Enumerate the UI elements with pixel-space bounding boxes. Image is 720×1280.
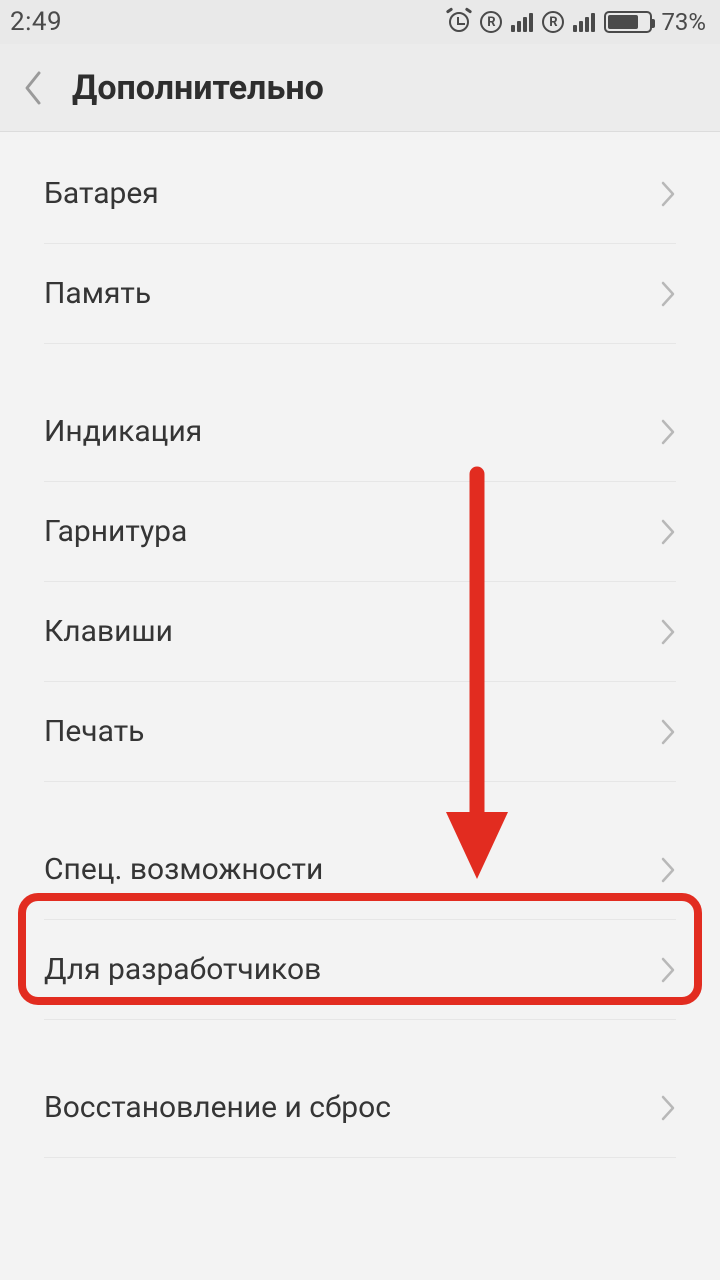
signal1-icon	[511, 13, 533, 32]
battery-icon	[604, 11, 652, 33]
settings-item-headset[interactable]: Гарнитура	[44, 482, 676, 582]
chevron-right-icon	[660, 280, 676, 308]
sim1-roaming-icon: R	[480, 11, 502, 33]
page-title: Дополнительно	[72, 68, 324, 108]
settings-group: Индикация Гарнитура Клавиши Печать	[0, 382, 720, 782]
battery-percent: 73%	[661, 8, 706, 36]
sim2-roaming-icon: R	[542, 11, 564, 33]
chevron-right-icon	[660, 418, 676, 446]
settings-item-memory[interactable]: Память	[44, 244, 676, 344]
settings-group: Восстановление и сброс	[0, 1058, 720, 1158]
settings-item-label: Память	[44, 276, 151, 311]
status-bar: 2:49 R R 73%	[0, 0, 720, 44]
settings-item-label: Индикация	[44, 414, 202, 449]
settings-item-label: Клавиши	[44, 614, 173, 649]
signal2-icon	[573, 13, 595, 32]
settings-item-developers[interactable]: Для разработчиков	[44, 920, 676, 1020]
settings-item-label: Восстановление и сброс	[44, 1090, 391, 1125]
settings-item-battery[interactable]: Батарея	[44, 144, 676, 244]
chevron-right-icon	[660, 856, 676, 884]
settings-item-keys[interactable]: Клавиши	[44, 582, 676, 682]
chevron-right-icon	[660, 718, 676, 746]
status-indicators: R R 73%	[447, 8, 706, 36]
settings-item-label: Печать	[44, 714, 144, 749]
settings-item-indication[interactable]: Индикация	[44, 382, 676, 482]
settings-group: Спец. возможности Для разработчиков	[0, 820, 720, 1020]
back-button[interactable]	[22, 70, 44, 106]
settings-item-label: Для разработчиков	[44, 952, 321, 987]
settings-item-label: Батарея	[44, 176, 159, 211]
settings-item-print[interactable]: Печать	[44, 682, 676, 782]
settings-list: Батарея Память Индикация Гарнитура	[0, 144, 720, 1158]
settings-item-label: Спец. возможности	[44, 852, 323, 887]
page-header: Дополнительно	[0, 44, 720, 132]
chevron-right-icon	[660, 956, 676, 984]
settings-item-accessibility[interactable]: Спец. возможности	[44, 820, 676, 920]
chevron-right-icon	[660, 518, 676, 546]
settings-group: Батарея Память	[0, 144, 720, 344]
chevron-right-icon	[660, 180, 676, 208]
chevron-right-icon	[660, 1094, 676, 1122]
status-time: 2:49	[10, 7, 62, 37]
settings-item-backup-reset[interactable]: Восстановление и сброс	[44, 1058, 676, 1158]
chevron-right-icon	[660, 618, 676, 646]
alarm-icon	[447, 10, 471, 34]
settings-item-label: Гарнитура	[44, 514, 187, 549]
